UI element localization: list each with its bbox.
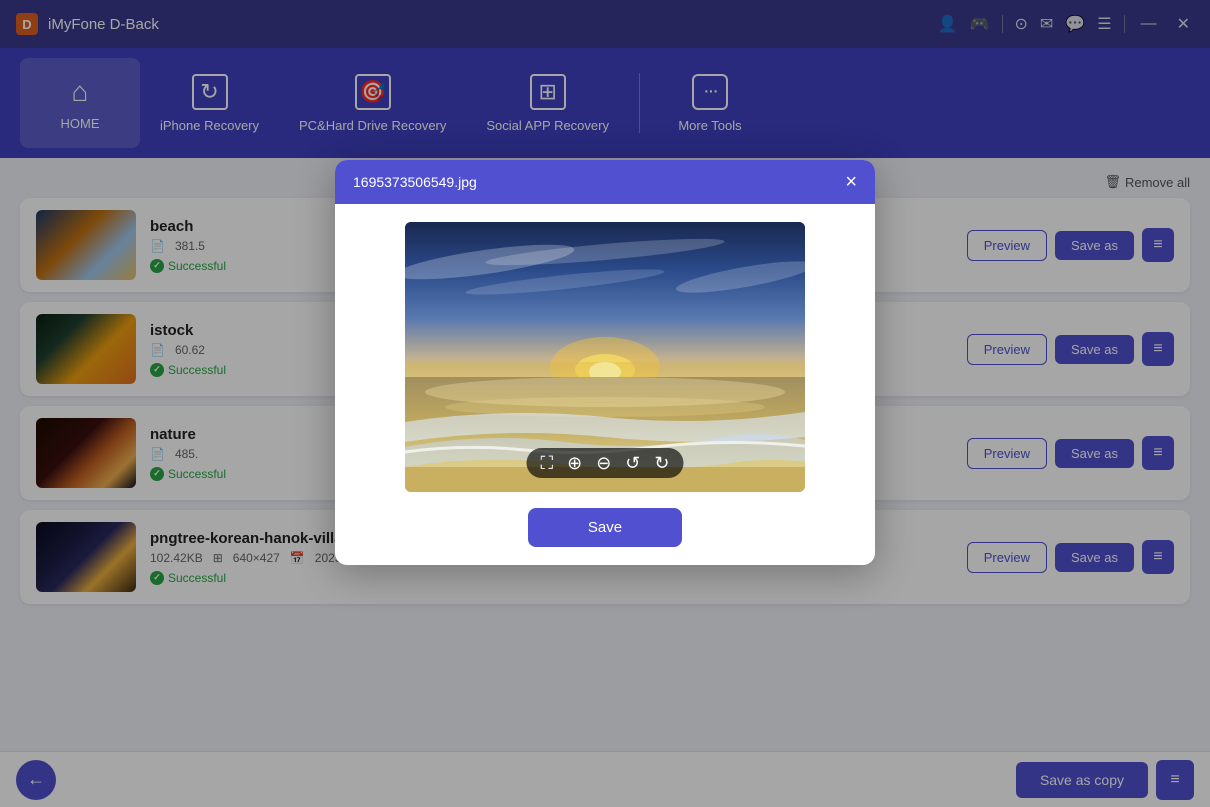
modal-body: ⛶ ⊕ ⊖ ↺ ↻ Save	[335, 204, 875, 565]
modal-filename: 1695373506549.jpg	[353, 174, 477, 190]
modal-overlay: 1695373506549.jpg ×	[0, 0, 1210, 807]
image-controls: ⛶ ⊕ ⊖ ↺ ↻	[527, 448, 684, 478]
modal-header: 1695373506549.jpg ×	[335, 160, 875, 204]
modal-save-button[interactable]: Save	[528, 508, 682, 547]
preview-modal: 1695373506549.jpg ×	[335, 160, 875, 565]
fullscreen-button[interactable]: ⛶	[541, 454, 554, 472]
modal-close-button[interactable]: ×	[845, 172, 857, 192]
rotate-right-button[interactable]: ↻	[654, 454, 669, 472]
rotate-left-button[interactable]: ↺	[625, 454, 640, 472]
zoom-out-button[interactable]: ⊖	[596, 454, 611, 472]
zoom-in-button[interactable]: ⊕	[567, 454, 582, 472]
